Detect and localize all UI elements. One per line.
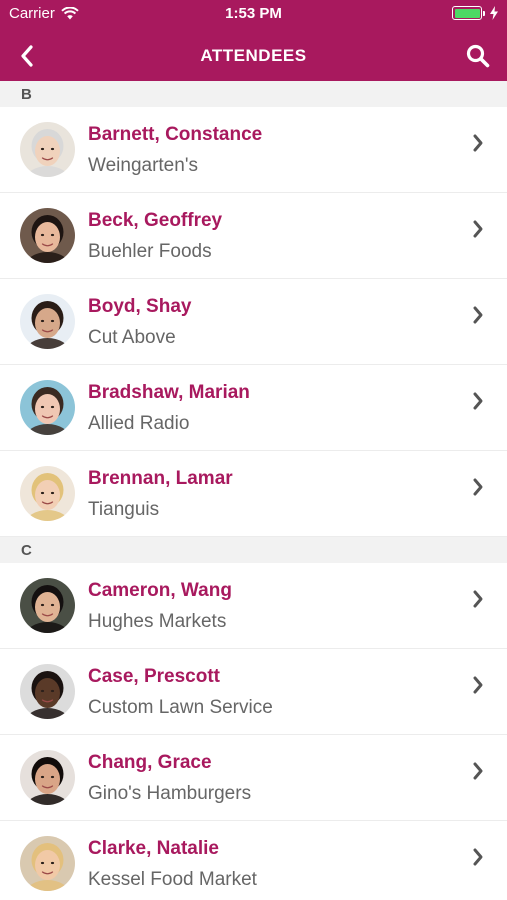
section-header-c: C — [0, 537, 507, 563]
attendee-company: Custom Lawn Service — [88, 697, 273, 718]
attendee-list: B Barnett, Constance Weingarten's Beck, Geo… — [0, 81, 507, 900]
attendee-company: Allied Radio — [88, 413, 190, 434]
status-time: 1:53 PM — [225, 5, 282, 22]
avatar-portrait — [20, 836, 75, 891]
attendee-row[interactable]: Boyd, Shay Cut Above — [0, 279, 507, 365]
status-bar: Carrier 1:53 PM — [0, 0, 507, 28]
avatar-portrait — [20, 664, 75, 719]
chevron-right-icon — [473, 220, 483, 238]
attendee-name: Clarke, Natalie — [88, 838, 219, 859]
avatar — [20, 664, 75, 719]
avatar — [20, 208, 75, 263]
attendee-name: Boyd, Shay — [88, 296, 192, 317]
page-title: ATTENDEES — [200, 46, 307, 65]
avatar-portrait — [20, 466, 75, 521]
avatar — [20, 466, 75, 521]
attendee-name: Beck, Geoffrey — [88, 210, 223, 231]
attendee-name: Cameron, Wang — [88, 580, 232, 601]
search-button[interactable] — [463, 41, 493, 71]
chevron-right-icon — [473, 392, 483, 410]
attendee-row[interactable]: Brennan, Lamar Tianguis — [0, 451, 507, 537]
attendee-row[interactable]: Chang, Grace Gino's Hamburgers — [0, 735, 507, 821]
chevron-right-icon — [473, 590, 483, 608]
attendee-company: Kessel Food Market — [88, 869, 257, 890]
chevron-right-icon — [473, 306, 483, 324]
chevron-right-icon — [473, 134, 483, 152]
battery-icon — [452, 6, 485, 20]
search-icon — [466, 44, 490, 68]
avatar — [20, 294, 75, 349]
attendee-company: Gino's Hamburgers — [88, 783, 252, 804]
chevron-right-icon — [473, 848, 483, 866]
avatar — [20, 122, 75, 177]
attendee-name: Barnett, Constance — [88, 124, 263, 145]
attendee-row[interactable]: Clarke, Natalie Kessel Food Market — [0, 821, 507, 900]
attendee-company: Weingarten's — [88, 155, 198, 176]
chevron-right-icon — [473, 676, 483, 694]
avatar — [20, 750, 75, 805]
avatar-portrait — [20, 750, 75, 805]
avatar — [20, 578, 75, 633]
chevron-right-icon — [473, 762, 483, 780]
avatar-portrait — [20, 122, 75, 177]
attendee-company: Tianguis — [88, 499, 160, 520]
attendee-row[interactable]: Bradshaw, Marian Allied Radio — [0, 365, 507, 451]
attendee-name: Bradshaw, Marian — [88, 382, 250, 403]
attendee-company: Cut Above — [88, 327, 176, 348]
avatar-portrait — [20, 208, 75, 263]
nav-bar: ATTENDEES — [0, 30, 507, 81]
attendee-name: Case, Prescott — [88, 666, 221, 687]
avatar — [20, 836, 75, 891]
avatar-portrait — [20, 578, 75, 633]
attendee-row[interactable]: Case, Prescott Custom Lawn Service — [0, 649, 507, 735]
avatar-portrait — [20, 380, 75, 435]
attendee-name: Brennan, Lamar — [88, 468, 233, 489]
battery-indicator — [452, 6, 499, 20]
charging-bolt-icon — [490, 6, 498, 20]
attendee-row[interactable]: Barnett, Constance Weingarten's — [0, 107, 507, 193]
chevron-right-icon — [473, 478, 483, 496]
avatar — [20, 380, 75, 435]
battery-fill — [454, 8, 480, 18]
attendee-name: Chang, Grace — [88, 752, 212, 773]
avatar-portrait — [20, 294, 75, 349]
attendee-row[interactable]: Beck, Geoffrey Buehler Foods — [0, 193, 507, 279]
app-header: Carrier 1:53 PM ATTENDEES — [0, 0, 507, 81]
attendee-row[interactable]: Cameron, Wang Hughes Markets — [0, 563, 507, 649]
section-header-b: B — [0, 81, 507, 107]
attendee-company: Buehler Foods — [88, 241, 212, 262]
attendee-company: Hughes Markets — [88, 611, 227, 632]
